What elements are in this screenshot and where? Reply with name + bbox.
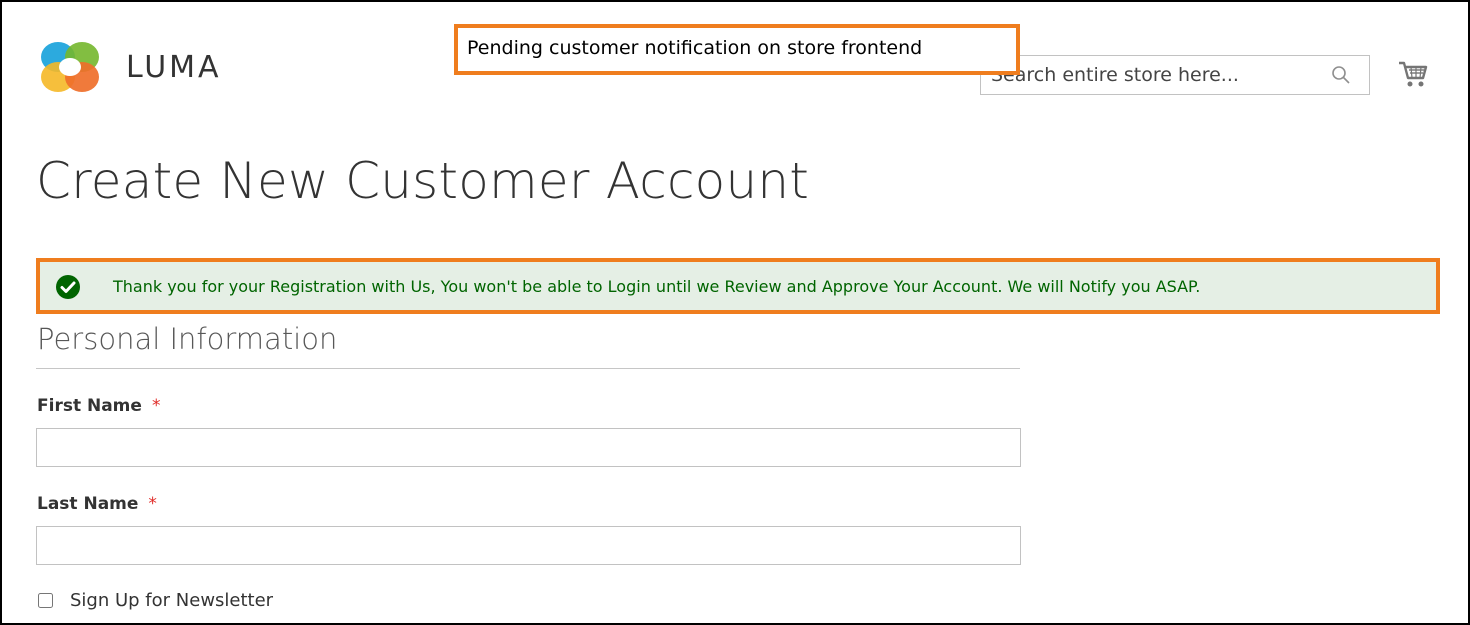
annotation-callout: Pending customer notification on store f… <box>454 24 1020 75</box>
search-input[interactable] <box>981 56 1321 94</box>
last-name-field[interactable] <box>36 526 1021 565</box>
search-box <box>980 55 1370 95</box>
success-message: Thank you for your Registration with Us,… <box>36 258 1440 314</box>
first-name-label-text: First Name <box>37 396 142 416</box>
page-frame: LUMA Pending customer notification on st… <box>0 0 1470 625</box>
first-name-label: First Name * <box>37 396 160 416</box>
required-marker: * <box>148 494 157 514</box>
success-message-text: Thank you for your Registration with Us,… <box>113 277 1201 296</box>
last-name-label: Last Name * <box>37 494 157 514</box>
section-title-personal-info: Personal Information <box>37 322 338 356</box>
newsletter-label: Sign Up for Newsletter <box>70 590 274 611</box>
last-name-label-text: Last Name <box>37 494 139 514</box>
check-circle-icon <box>56 275 80 299</box>
section-divider <box>36 368 1020 369</box>
newsletter-checkbox[interactable] <box>38 593 53 608</box>
luma-logo-icon <box>41 42 99 92</box>
cart-icon[interactable] <box>1397 58 1429 90</box>
logo[interactable]: LUMA <box>36 38 222 96</box>
first-name-field[interactable] <box>36 428 1021 467</box>
page-title: Create New Customer Account <box>36 152 810 210</box>
newsletter-option[interactable]: Sign Up for Newsletter <box>38 590 273 611</box>
search-icon[interactable] <box>1331 65 1351 85</box>
required-marker: * <box>151 396 161 416</box>
logo-text: LUMA <box>126 49 222 85</box>
